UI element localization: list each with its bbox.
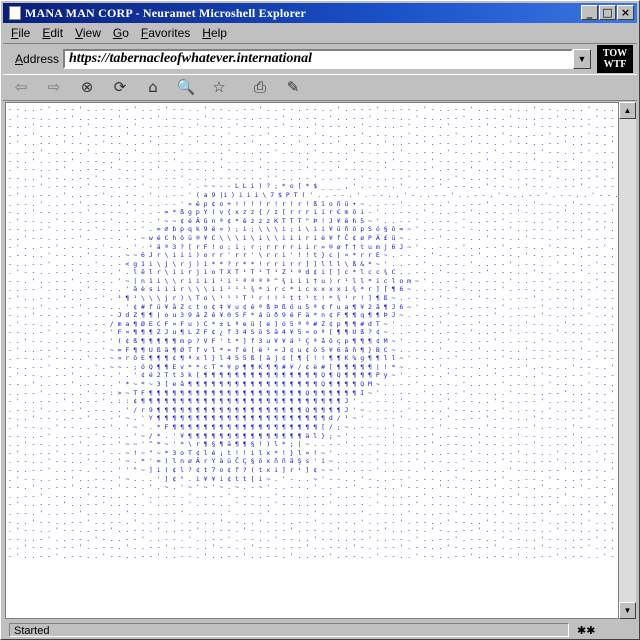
vertical-scrollbar[interactable]: ▲ ▼ [619, 102, 636, 619]
maximize-button[interactable]: □ [599, 5, 616, 20]
arrow-up-icon: ▲ [623, 106, 632, 115]
status-text: Started [9, 623, 569, 637]
print-button[interactable]: ⎙ [245, 76, 275, 98]
refresh-icon: ⟳ [113, 78, 127, 96]
ascii-art-image: - - . . - ' . - - ' . . - - . - ' . . - … [8, 105, 619, 560]
app-icon[interactable] [9, 6, 21, 20]
back-arrow-icon: ⇦ [14, 78, 28, 96]
address-dropdown-button[interactable]: ▼ [573, 49, 591, 69]
menu-edit[interactable]: Edit [42, 26, 63, 40]
chevron-down-icon: ▼ [577, 54, 587, 64]
close-button[interactable]: × [617, 5, 634, 20]
status-bar: Started ✱✱ [3, 621, 637, 639]
logo-line-1: TOW [602, 48, 628, 59]
menu-go[interactable]: Go [113, 26, 129, 40]
network-status-icon: ✱✱ [577, 623, 596, 637]
menu-bar: File Edit View Go Favorites Help [3, 24, 637, 42]
forward-arrow-icon: ⇨ [47, 78, 61, 96]
toolbar: ⇦ ⇨ ⊗ ⟳ ⌂ 🔍 ☆ ⎙ ✎ [3, 74, 637, 101]
scroll-down-button[interactable]: ▼ [619, 602, 636, 619]
stop-button[interactable]: ⊗ [72, 76, 102, 98]
menu-help[interactable]: Help [202, 26, 227, 40]
edit-icon: ✎ [286, 78, 300, 96]
arrow-down-icon: ▼ [623, 606, 632, 615]
title-bar[interactable]: MANA MAN CORP - Neuramet Microshell Expl… [3, 3, 637, 23]
menu-file[interactable]: File [11, 26, 30, 40]
address-bar: Address https://tabernacleofwhatever.int… [3, 43, 637, 75]
favorites-icon: ☆ [212, 78, 226, 96]
browser-window: MANA MAN CORP - Neuramet Microshell Expl… [0, 0, 640, 640]
stop-icon: ⊗ [80, 78, 94, 96]
scroll-up-button[interactable]: ▲ [619, 102, 636, 119]
search-button[interactable]: 🔍 [171, 76, 201, 98]
refresh-button[interactable]: ⟳ [105, 76, 135, 98]
brand-logo: TOW WTF [597, 45, 633, 73]
home-icon: ⌂ [148, 78, 158, 96]
printer-icon: ⎙ [253, 78, 266, 96]
back-button[interactable]: ⇦ [6, 76, 36, 98]
favorites-button[interactable]: ☆ [204, 76, 234, 98]
minimize-button[interactable]: _ [581, 5, 598, 20]
search-icon: 🔍 [176, 78, 196, 96]
logo-line-2: WTF [603, 59, 627, 70]
home-button[interactable]: ⌂ [138, 76, 168, 98]
address-label: Address [15, 52, 60, 66]
menu-view[interactable]: View [75, 26, 101, 40]
address-input[interactable]: https://tabernacleofwhatever.internation… [63, 49, 573, 69]
window-title: MANA MAN CORP - Neuramet Microshell Expl… [25, 5, 306, 20]
edit-button[interactable]: ✎ [278, 76, 308, 98]
forward-button[interactable]: ⇨ [39, 76, 69, 98]
window-controls: _ □ × [581, 5, 634, 20]
page-content[interactable]: - - . . - ' . - - ' . . - - . - ' . . - … [5, 102, 619, 619]
menu-favorites[interactable]: Favorites [141, 26, 190, 40]
